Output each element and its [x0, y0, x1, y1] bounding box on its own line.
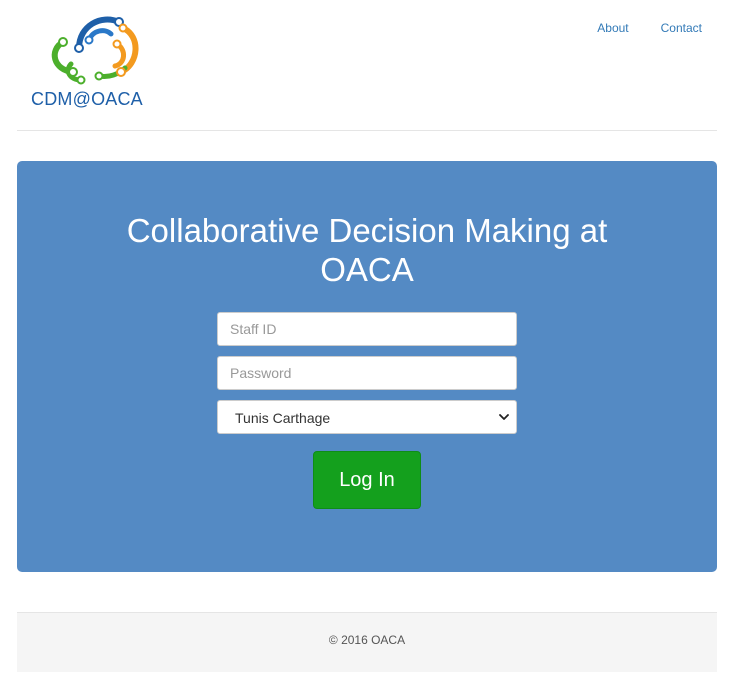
logo: CDM@OACA — [31, 14, 176, 110]
nav-link-about[interactable]: About — [597, 21, 628, 35]
password-input[interactable] — [217, 356, 517, 390]
airport-select-value: Tunis Carthage — [235, 410, 331, 426]
logo-emblem-icon — [51, 16, 139, 85]
logo-text: CDM@OACA — [31, 89, 143, 109]
login-button[interactable]: Log In — [313, 451, 421, 509]
footer: © 2016 OACA — [17, 612, 717, 672]
login-panel: Collaborative Decision Making at OACA Tu… — [17, 161, 717, 572]
page-title: Collaborative Decision Making at OACA — [126, 212, 608, 288]
chevron-down-icon — [499, 414, 509, 420]
staff-id-input[interactable] — [217, 312, 517, 346]
nav-link-contact[interactable]: Contact — [661, 21, 702, 35]
copyright-text: © 2016 OACA — [328, 633, 406, 647]
header: CDM@OACA About Contact — [17, 0, 717, 131]
top-nav: About Contact — [597, 21, 702, 35]
airport-select[interactable]: Tunis Carthage — [217, 400, 517, 434]
